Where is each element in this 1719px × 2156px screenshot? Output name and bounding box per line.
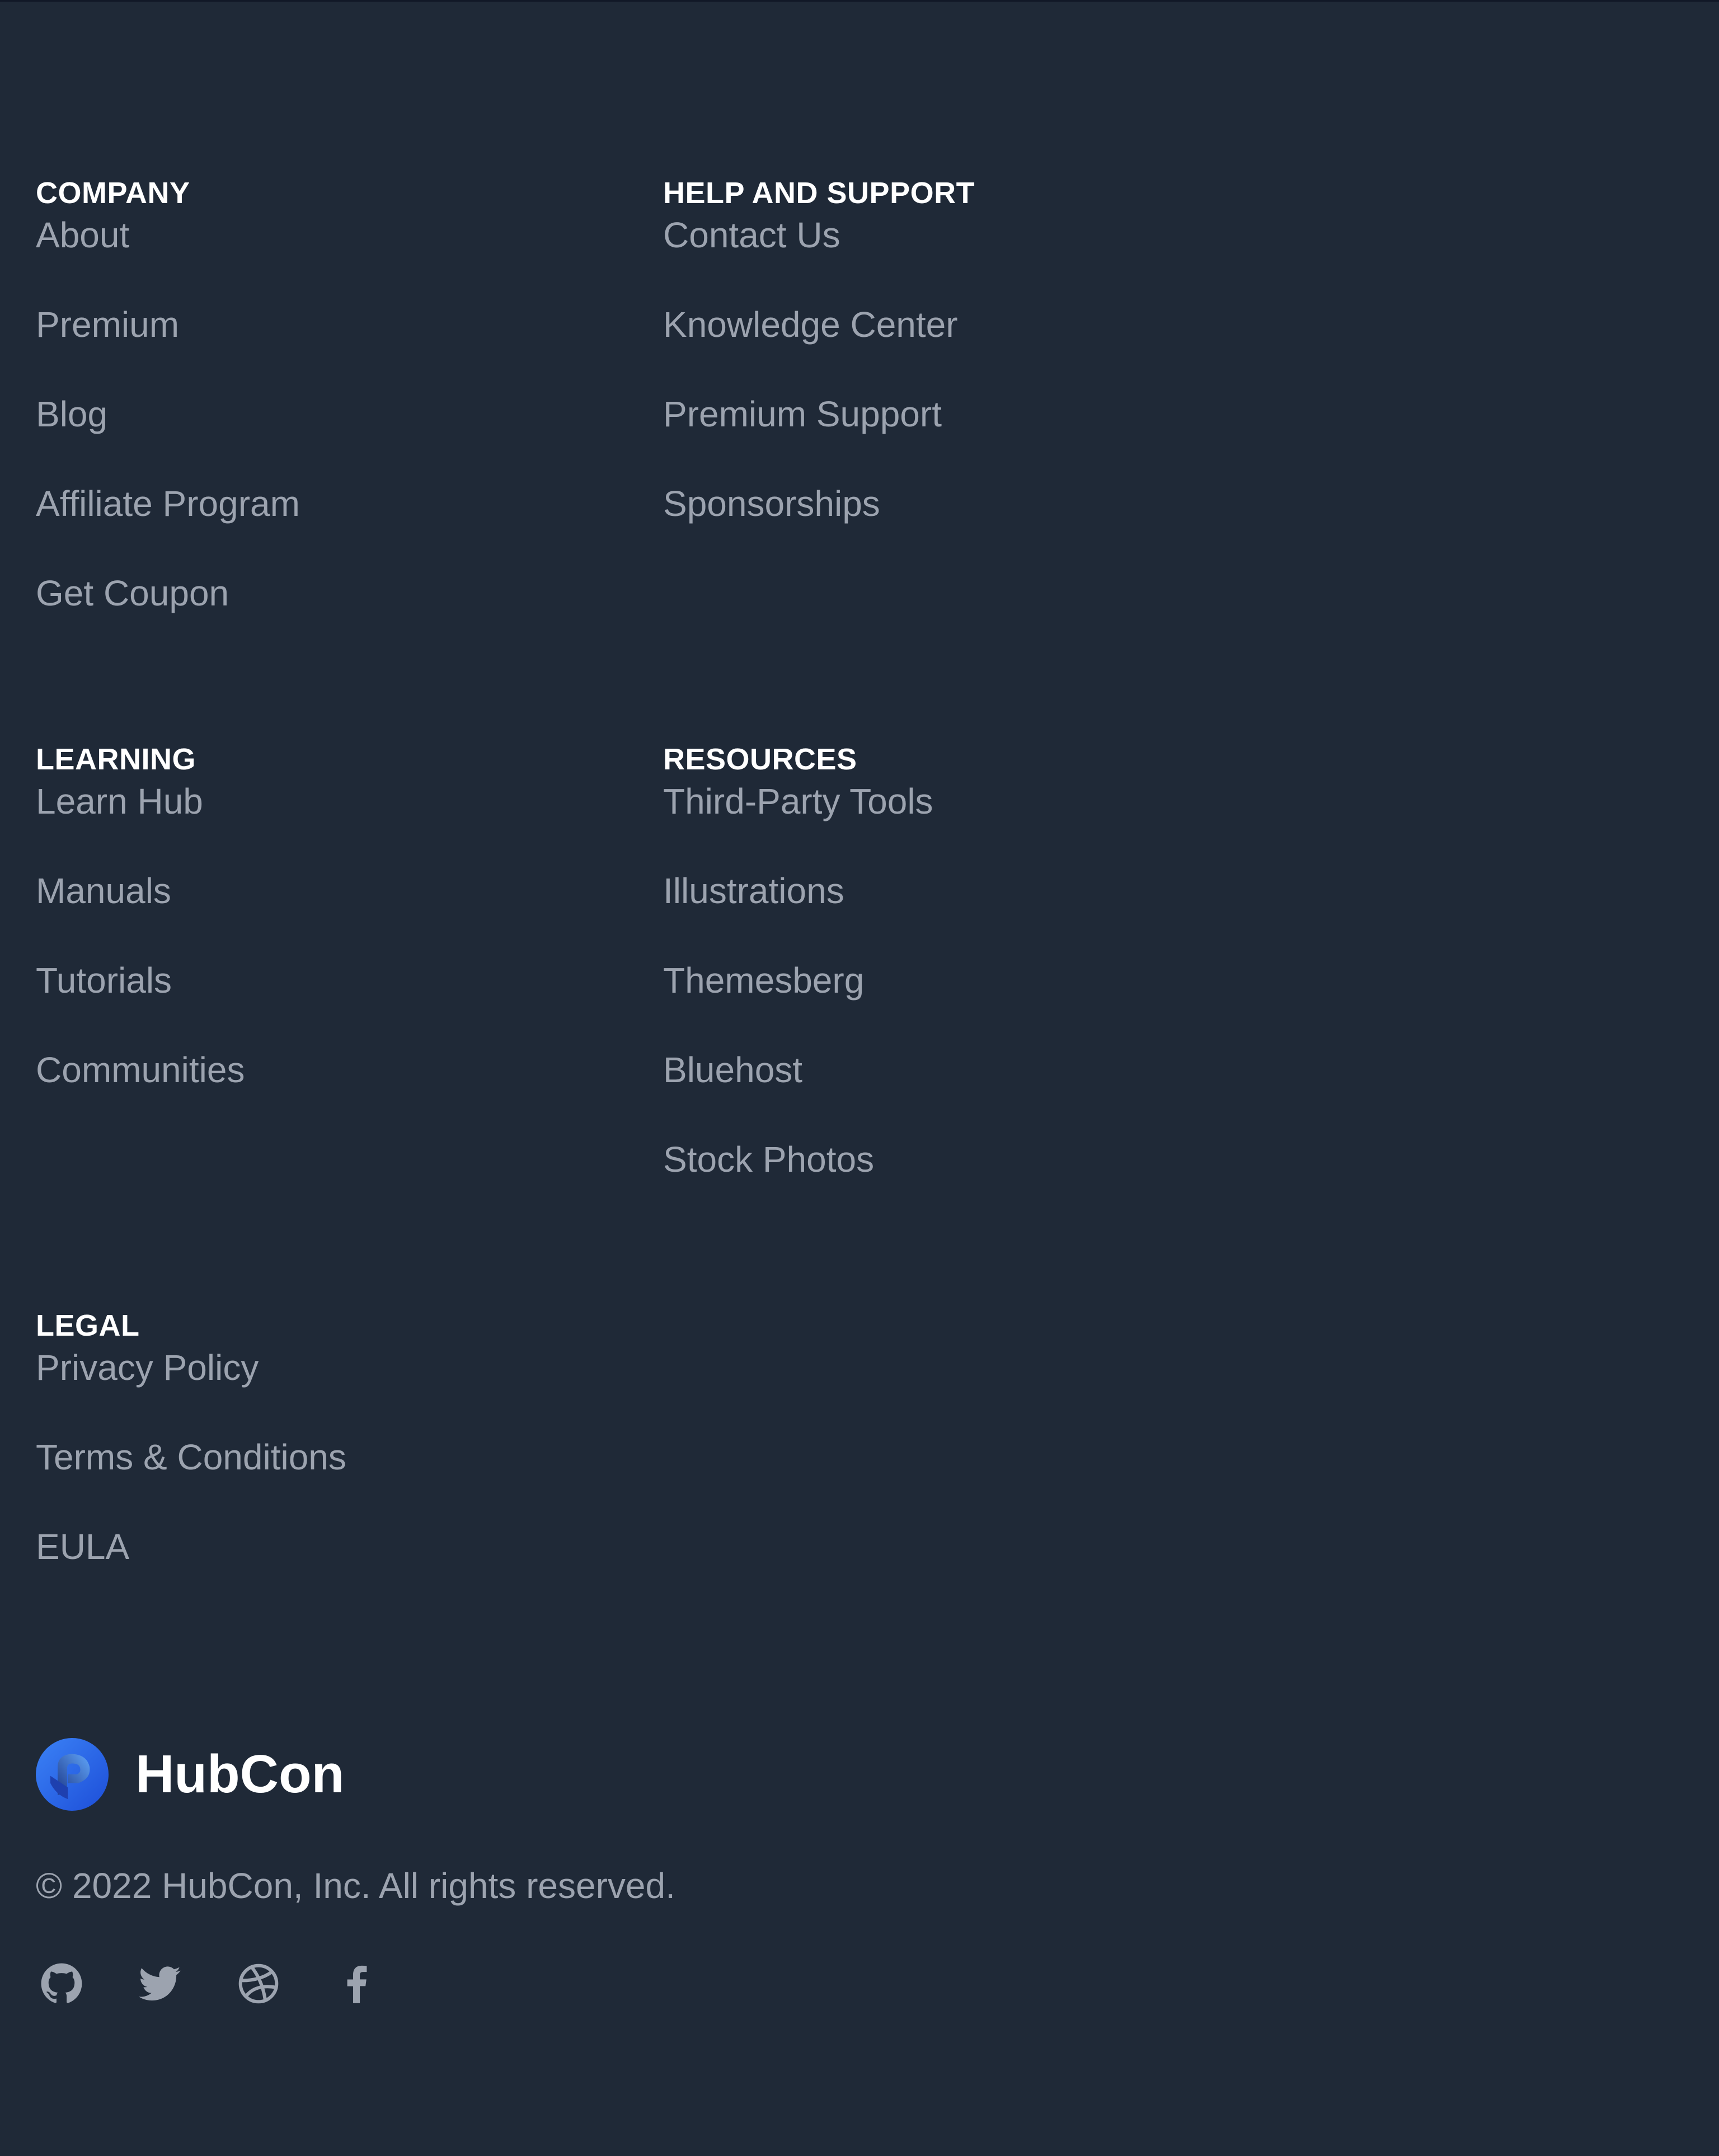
brand-name: HubCon — [135, 1744, 345, 1804]
list-item: Manuals — [36, 864, 245, 953]
social-links — [39, 1961, 433, 2006]
section-title-resources: RESOURCES — [663, 742, 857, 776]
section-title-learning: LEARNING — [36, 742, 196, 776]
list-item: Sponsorships — [663, 477, 958, 566]
link-bluehost[interactable]: Bluehost — [663, 1050, 802, 1090]
link-third-party-tools[interactable]: Third-Party Tools — [663, 781, 933, 821]
link-communities[interactable]: Communities — [36, 1050, 245, 1090]
list-item: Terms & Conditions — [36, 1430, 346, 1520]
list-item: Privacy Policy — [36, 1341, 346, 1430]
link-knowledge-center[interactable]: Knowledge Center — [663, 304, 958, 345]
list-item: Bluehost — [663, 1043, 933, 1133]
list-item: About — [36, 208, 300, 298]
link-list-learning: Learn Hub Manuals Tutorials Communities — [36, 774, 245, 1133]
hubcon-logo-icon — [36, 1738, 109, 1811]
link-manuals[interactable]: Manuals — [36, 871, 171, 911]
dribbble-icon — [238, 1964, 279, 2004]
twitter-icon — [139, 1966, 181, 2001]
copyright-text: © 2022 HubCon, Inc. All rights reserved. — [36, 1866, 675, 1906]
list-item: Stock Photos — [663, 1133, 933, 1222]
link-list-resources: Third-Party Tools Illustrations Themesbe… — [663, 774, 933, 1222]
link-eula[interactable]: EULA — [36, 1526, 129, 1567]
brand-link[interactable]: HubCon — [36, 1738, 344, 1811]
link-contact-us[interactable]: Contact Us — [663, 215, 840, 255]
link-illustrations[interactable]: Illustrations — [663, 871, 844, 911]
link-learn-hub[interactable]: Learn Hub — [36, 781, 203, 821]
list-item: Blog — [36, 387, 300, 477]
list-item: Premium Support — [663, 387, 958, 477]
link-blog[interactable]: Blog — [36, 394, 107, 434]
link-sponsorships[interactable]: Sponsorships — [663, 483, 880, 524]
facebook-icon — [347, 1965, 367, 2003]
list-item: Knowledge Center — [663, 298, 958, 387]
list-item: Themesberg — [663, 953, 933, 1043]
list-item: Premium — [36, 298, 300, 387]
link-list-legal: Privacy Policy Terms & Conditions EULA — [36, 1341, 346, 1609]
list-item: Get Coupon — [36, 566, 300, 656]
link-stock-photos[interactable]: Stock Photos — [663, 1139, 874, 1180]
github-icon — [41, 1963, 82, 2003]
link-tutorials[interactable]: Tutorials — [36, 960, 172, 1001]
link-get-coupon[interactable]: Get Coupon — [36, 573, 229, 613]
section-title-help: HELP AND SUPPORT — [663, 176, 975, 210]
link-themesberg[interactable]: Themesberg — [663, 960, 864, 1001]
dribbble-link[interactable] — [236, 1961, 281, 2006]
list-item: Learn Hub — [36, 774, 245, 864]
link-privacy-policy[interactable]: Privacy Policy — [36, 1347, 259, 1388]
github-link[interactable] — [39, 1961, 84, 2006]
link-terms-conditions[interactable]: Terms & Conditions — [36, 1437, 346, 1477]
link-list-help: Contact Us Knowledge Center Premium Supp… — [663, 208, 958, 566]
list-item: EULA — [36, 1520, 346, 1609]
section-title-legal: LEGAL — [36, 1308, 140, 1342]
list-item: Communities — [36, 1043, 245, 1133]
list-item: Third-Party Tools — [663, 774, 933, 864]
twitter-link[interactable] — [138, 1961, 182, 2006]
list-item: Tutorials — [36, 953, 245, 1043]
link-premium-support[interactable]: Premium Support — [663, 394, 942, 434]
link-list-company: About Premium Blog Affiliate Program Get… — [36, 208, 300, 656]
list-item: Illustrations — [663, 864, 933, 953]
link-about[interactable]: About — [36, 215, 129, 255]
link-affiliate-program[interactable]: Affiliate Program — [36, 483, 300, 524]
list-item: Affiliate Program — [36, 477, 300, 566]
facebook-link[interactable] — [335, 1961, 379, 2006]
section-title-company: COMPANY — [36, 176, 190, 210]
site-footer: COMPANY About Premium Blog Affiliate Pro… — [0, 0, 1719, 2156]
link-premium[interactable]: Premium — [36, 304, 179, 345]
list-item: Contact Us — [663, 208, 958, 298]
